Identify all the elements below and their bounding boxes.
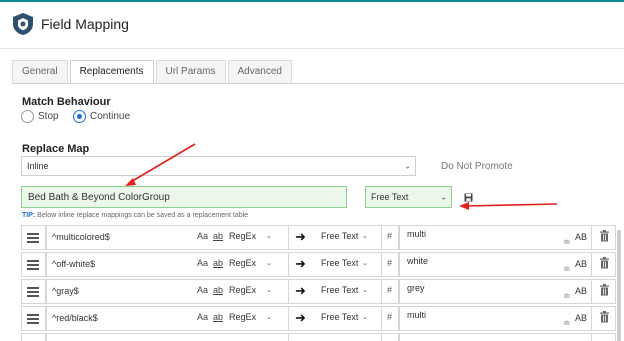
annotation-arrows bbox=[125, 143, 558, 210]
annotation-arrow-line bbox=[465, 203, 558, 207]
annotation-arrow-line bbox=[128, 143, 196, 184]
annotation-arrow-head bbox=[459, 202, 469, 210]
